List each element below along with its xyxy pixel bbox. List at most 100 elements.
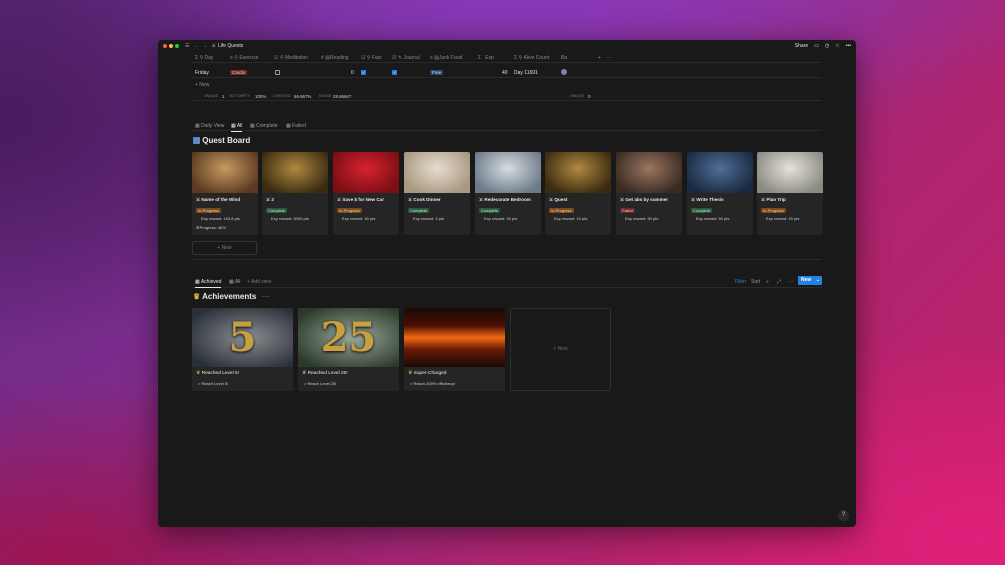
table-row[interactable]: Friday Cardio 0 ✓ ✓ Free 40 Day 11691 [192,68,822,78]
quest-name: ⚔ Save $ for New Car [337,197,385,202]
cell-day[interactable]: Friday [195,70,209,76]
col-journal[interactable]: ☑ ✎ Journal [392,55,420,61]
achievements-title: Achievements [202,292,257,301]
quest-board-heading: Quest Board [193,136,250,145]
share-button[interactable]: Share [795,43,808,49]
help-button[interactable]: ? [838,510,849,521]
close-dot[interactable] [163,44,167,48]
quest-name: ⚔ Write Thesis [691,197,724,202]
status-badge: Failed [620,208,635,213]
cell-alive-count[interactable]: Day 11691 [514,70,538,76]
col-exercise[interactable]: ≡ ⚲ Exercise [230,55,259,61]
col-ba[interactable]: Ba [561,55,567,61]
quest-cover-image [404,152,470,193]
achievement-name: ♛ Reached Level 5! [196,371,239,376]
favorite-icon[interactable]: ☆ [835,43,839,49]
quest-card[interactable]: ⚔ Name of the Wind In-Progress Exp reward:… [192,152,258,235]
add-column-icon[interactable]: + [598,55,601,61]
col-meditation[interactable]: ☑ ⚲ Meditation [274,55,308,61]
quest-reward: Exp reward: 50 pts [342,216,376,221]
column-more-icon[interactable]: ··· [606,55,611,61]
col-reading[interactable]: # ▤Reading [321,55,349,61]
quest-card[interactable]: ⚔ 2 Complete Exp reward: 5000 pts [262,152,328,235]
comments-icon[interactable]: ▭ [814,43,819,49]
col-day[interactable]: Σ ⚲ Day [195,55,213,61]
quest-name: ⚔ Get abs by summer [620,197,669,202]
achievement-desc: > Reach 200% efficiency! [410,381,456,386]
col-fast[interactable]: ☑ ⚲ Fast [361,55,382,61]
quest-card[interactable]: ⚔ Redecorate Bedroom Complete Exp reward: … [475,152,541,235]
cell-journal-checkbox[interactable]: ✓ [392,70,397,75]
add-row-button[interactable]: + New [195,82,209,88]
quest-cover-image [616,152,682,193]
forward-icon[interactable]: → [202,43,207,49]
footer-checked-label: CHECKED [273,94,291,98]
quest-card[interactable]: ⚔ Quest In-Progress Exp reward: 10 pts [545,152,611,235]
quest-card[interactable]: ⚔ Get abs by summer Failed Exp reward: 50 … [616,152,682,235]
heading-more-icon[interactable]: ··· [262,292,270,301]
quest-card[interactable]: ⚔ Save $ for New Car In-Progress Exp rewar… [333,152,399,235]
achievement-card[interactable]: ♛ Super-Charged > Reach 200% efficiency! [404,308,505,391]
table-footer: UNIQUE 1 NOT EMPTY 100% CHECKED 66.667% … [192,89,822,101]
sword-icon: ⚔ [266,197,271,202]
cell-reading[interactable]: 0 [351,70,354,76]
sword-icon: ⚔ [408,197,413,202]
footer-unique2-value: 0 [588,94,591,99]
cell-exp[interactable]: 40 [502,70,508,76]
more-options-icon[interactable]: ··· [788,279,793,285]
cell-meditation-checkbox[interactable] [275,70,280,75]
trophy-icon: ♛ [196,371,201,376]
tab-all[interactable]: ▦ All [231,123,243,132]
status-badge: Complete [479,208,501,213]
tab-failed[interactable]: ▦ Failed [286,123,306,129]
sword-icon: ⚔ [691,197,696,202]
footer-unique2-label: UNIQUE [570,94,584,98]
tab-complete[interactable]: ▦ Complete [250,123,278,129]
sword-icon: ⚔ [337,197,342,202]
quest-card[interactable]: ⚔ Cook Dinner Complete Exp reward: 5 pts [404,152,470,235]
col-exp[interactable]: Σ Exp [478,55,494,61]
cell-junk-food[interactable]: Free [430,70,444,75]
search-icon[interactable]: ⌕ [766,279,769,285]
footer-range-value: 28.66667 [333,94,352,99]
new-button[interactable]: New ⌄ [798,276,822,285]
quest-reward: Exp reward: 20 pts [484,216,518,221]
cell-exercise[interactable]: Cardio [230,70,248,75]
cell-fast-checkbox[interactable]: ✓ [361,70,366,75]
achievement-cover-number: 5 [228,314,257,361]
expand-icon[interactable]: ⤢ [777,279,781,285]
back-icon[interactable]: ← [193,43,198,49]
maximize-dot[interactable] [175,44,179,48]
menu-icon[interactable]: ☰ [185,43,189,49]
achievement-card[interactable]: 5 ♛ Reached Level 5! > Reach Level 5! [192,308,293,391]
status-badge: In-Progress [761,208,786,213]
quest-name: ⚔ Redecorate Bedroom [479,197,531,202]
quest-reward: Exp reward: 5 pts [413,216,445,221]
quest-name: ⚔ 2 [266,197,274,202]
minimize-dot[interactable] [169,44,173,48]
swords-icon: ⚔ [211,43,216,49]
filter-button[interactable]: Filter [735,279,746,285]
quest-card[interactable]: ⚔ Write Thesis Complete Exp reward: 50 pts [687,152,753,235]
quest-card[interactable]: ⚔ Plan Trip In-Progress Exp reward: 15 pts [757,152,823,235]
history-icon[interactable]: ◷ [825,43,829,49]
title-bar: ☰ ← → ⚔ Life Quests Share ▭ ◷ ☆ ••• [158,40,856,52]
trophy-icon: ♛ [408,371,413,376]
quest-view-tabs: ▦ Daily View ▦ All ▦ Complete ▦ Failed [192,116,822,132]
achievement-desc: > Reach Level 25! [304,381,337,386]
achievement-new-card[interactable]: + New [510,308,611,391]
more-icon[interactable]: ••• [846,43,851,49]
quest-new-button[interactable]: + New [192,241,257,255]
col-alive-count[interactable]: Σ ⚲ Alive Count [514,55,549,61]
col-junk-food[interactable]: ≡ ▤Junk Food [430,55,462,61]
chevron-down-icon[interactable]: ⌄ [816,276,820,285]
achievements-heading: ♛ Achievements ··· [193,292,270,301]
sort-button[interactable]: Sort [751,279,760,285]
add-view-button[interactable]: + Add view [247,279,271,285]
tab-ach-all[interactable]: ▦ All [229,279,240,285]
tab-daily-view[interactable]: ▦ Daily View [195,123,224,129]
achievement-card[interactable]: 25 ♛ Reached Level 25! > Reach Level 25! [298,308,399,391]
board-icon [193,137,200,144]
tab-achieved[interactable]: ▦ Achieved [195,279,222,288]
sword-icon: ⚔ [549,197,554,202]
